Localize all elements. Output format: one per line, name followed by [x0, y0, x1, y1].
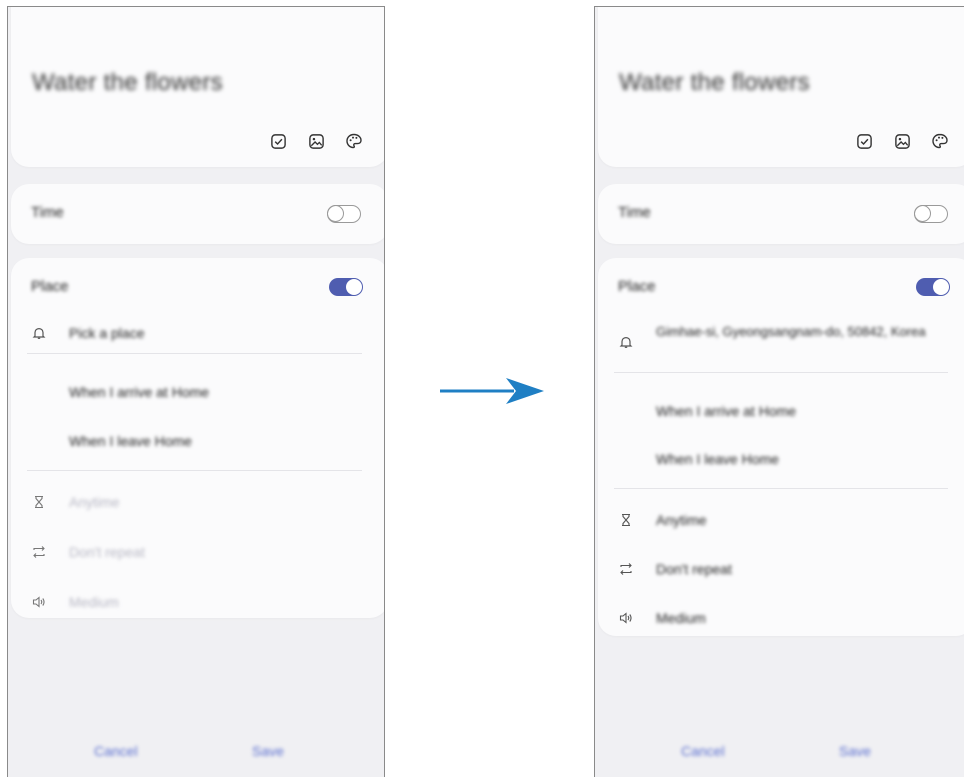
reminder-screen-after: Water the flowers Time Place Gimhae-si, … [594, 6, 964, 777]
image-icon[interactable] [893, 132, 911, 150]
checkbox-icon[interactable] [855, 132, 873, 150]
cancel-button[interactable]: Cancel [681, 743, 725, 759]
title-toolbar [269, 132, 363, 150]
save-button[interactable]: Save [252, 743, 284, 759]
option-arrive[interactable]: When I arrive at Home [69, 384, 209, 400]
bell-icon [31, 325, 47, 341]
repeat-option[interactable]: Don't repeat [69, 544, 145, 560]
divider [614, 488, 948, 489]
volume-option[interactable]: Medium [69, 594, 119, 610]
option-arrive[interactable]: When I arrive at Home [656, 403, 796, 419]
time-label: Time [618, 204, 651, 221]
place-toggle[interactable] [329, 278, 363, 296]
place-picker[interactable]: Gimhae-si, Gyeongsangnam-do, 50842, Kore… [656, 322, 946, 341]
bell-icon [618, 334, 634, 350]
time-option[interactable]: Anytime [656, 512, 707, 528]
repeat-icon [618, 561, 634, 577]
save-button[interactable]: Save [839, 743, 871, 759]
title-toolbar [855, 132, 949, 150]
divider [27, 353, 362, 354]
place-picker[interactable]: Pick a place [69, 325, 144, 341]
time-option[interactable]: Anytime [69, 494, 120, 510]
volume-icon [618, 610, 634, 626]
time-toggle[interactable] [913, 204, 948, 223]
repeat-icon [31, 544, 47, 560]
option-leave[interactable]: When I leave Home [656, 451, 779, 467]
repeat-option[interactable]: Don't repeat [656, 561, 732, 577]
place-card: Place Gimhae-si, Gyeongsangnam-do, 50842… [598, 258, 964, 636]
time-toggle[interactable] [326, 204, 361, 223]
checkbox-icon[interactable] [269, 132, 287, 150]
palette-icon[interactable] [345, 132, 363, 150]
time-label: Time [31, 204, 64, 221]
time-card: Time [598, 184, 964, 244]
cancel-button[interactable]: Cancel [94, 743, 138, 759]
reminder-title[interactable]: Water the flowers [32, 69, 223, 97]
reminder-title[interactable]: Water the flowers [619, 69, 810, 97]
volume-option[interactable]: Medium [656, 610, 706, 626]
divider [614, 372, 948, 373]
place-card: Place Pick a place When I arrive at Home… [11, 258, 384, 618]
reminder-screen-before: Water the flowers Time Place Pick a plac… [7, 6, 385, 777]
place-label: Place [31, 278, 69, 295]
divider [27, 470, 362, 471]
hourglass-icon [31, 494, 47, 510]
transition-arrow-icon [440, 378, 544, 404]
title-card: Water the flowers [11, 7, 384, 167]
title-card: Water the flowers [598, 7, 964, 167]
hourglass-icon [618, 512, 634, 528]
palette-icon[interactable] [931, 132, 949, 150]
place-label: Place [618, 278, 656, 295]
time-card: Time [11, 184, 384, 244]
volume-icon [31, 594, 47, 610]
option-leave[interactable]: When I leave Home [69, 433, 192, 449]
place-toggle[interactable] [916, 278, 950, 296]
image-icon[interactable] [307, 132, 325, 150]
